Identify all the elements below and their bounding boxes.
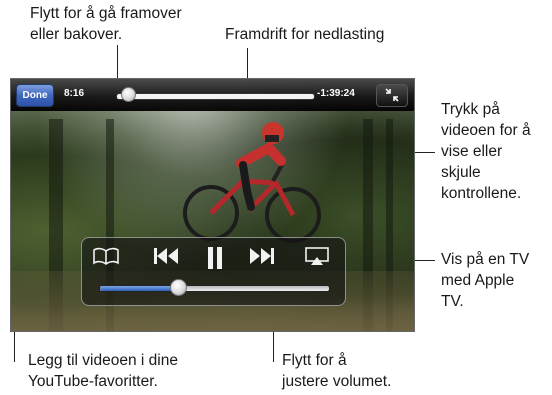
done-button[interactable]: Done	[16, 84, 54, 107]
bookmark-button[interactable]	[89, 246, 123, 270]
callout-download-progress: Framdrift for nedlasting	[225, 26, 385, 43]
next-button[interactable]	[245, 246, 279, 270]
pause-icon	[208, 247, 222, 269]
shrink-fullscreen-icon	[385, 88, 399, 102]
callout-airplay: Vis på en TV med Apple TV.	[441, 251, 530, 310]
volume-level-fill	[100, 286, 178, 291]
remaining-time: -1:39:24	[317, 88, 355, 99]
top-control-bar: Done 8:16 -1:39:24	[11, 79, 414, 111]
pause-button[interactable]	[202, 246, 228, 270]
callout-scrub: Flytt for å gå framover eller bakover.	[30, 5, 182, 43]
playback-control-panel	[81, 237, 346, 306]
playback-scrubber-track[interactable]	[116, 93, 315, 100]
skip-forward-icon	[250, 248, 274, 264]
callout-tap-video: Trykk på videoen for å vise eller skjule…	[441, 101, 531, 202]
exit-fullscreen-button[interactable]	[376, 84, 408, 107]
open-book-icon	[93, 247, 119, 265]
airplay-icon	[305, 247, 329, 265]
callout-bookmark: Legg til videoen i dine YouTube-favoritt…	[28, 352, 178, 390]
previous-button[interactable]	[149, 246, 183, 270]
elapsed-time: 8:16	[64, 88, 85, 99]
mountain-biker-image	[183, 122, 321, 243]
airplay-button[interactable]	[302, 246, 332, 270]
volume-slider[interactable]	[99, 285, 330, 292]
volume-knob[interactable]	[169, 279, 187, 296]
playhead-knob[interactable]	[120, 87, 136, 102]
skip-back-icon	[154, 248, 178, 264]
callout-volume: Flytt for å justere volumet.	[282, 352, 392, 390]
video-screen[interactable]: Done 8:16 -1:39:24	[10, 78, 415, 332]
download-progress-fill	[117, 94, 314, 99]
